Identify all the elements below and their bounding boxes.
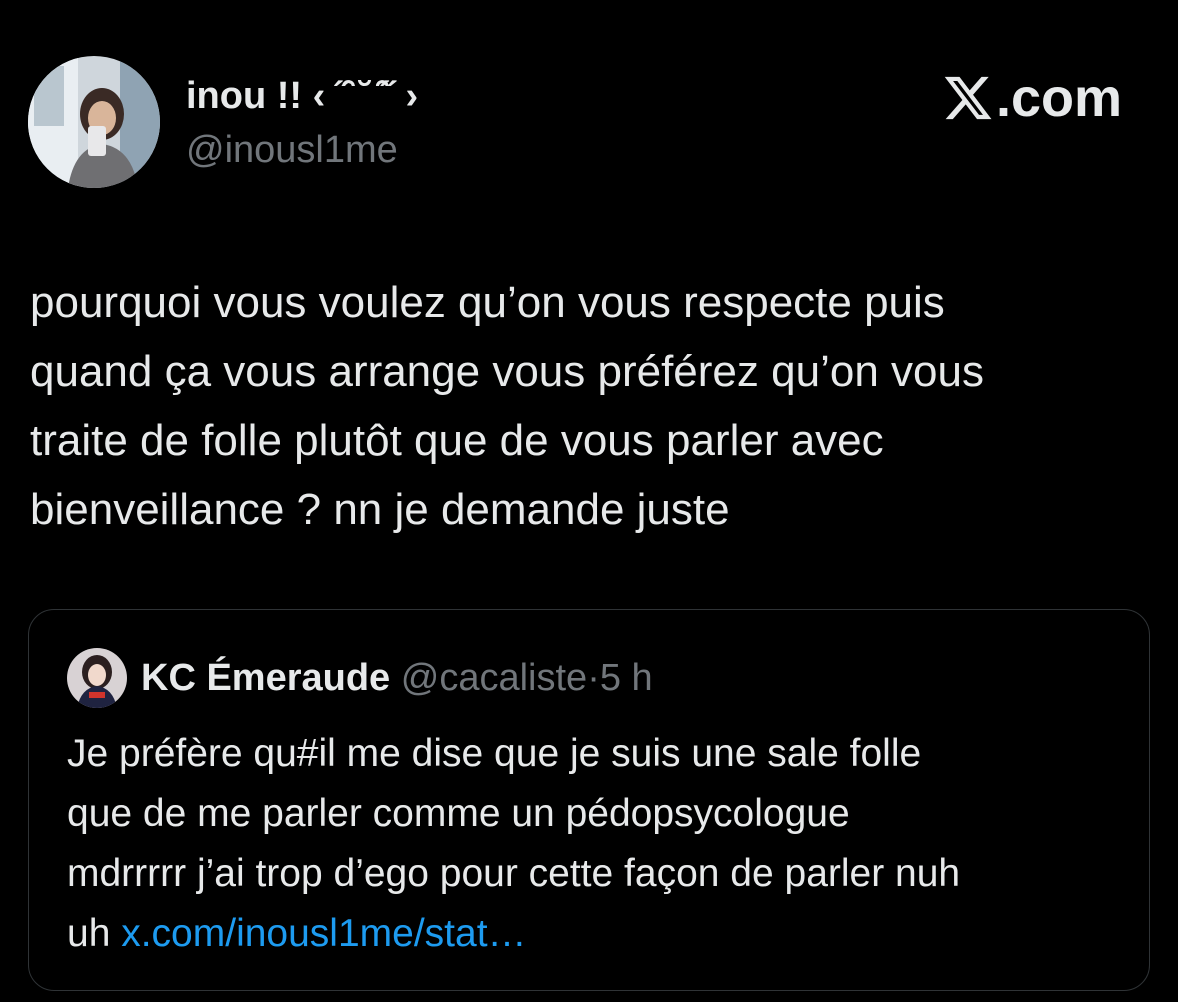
author-avatar-image bbox=[28, 56, 160, 188]
author-avatar[interactable] bbox=[28, 56, 160, 188]
quote-avatar-image bbox=[67, 648, 127, 708]
author-handle[interactable]: @inousl1me bbox=[186, 126, 398, 174]
quote-author-handle[interactable]: @cacaliste bbox=[401, 657, 587, 699]
quote-author-avatar[interactable] bbox=[67, 648, 127, 708]
tweet-card: inou !! ‹ ˝̑̑ ˘ ̑̑˝ › @inousl1me .com po… bbox=[0, 0, 1178, 1002]
x-logo-icon bbox=[944, 76, 992, 120]
tweet-text-line: traite de folle plutôt que de vous parle… bbox=[30, 416, 884, 465]
brand-domain-text: .com bbox=[995, 68, 1122, 128]
quote-text-last-line: uh x.com/inousl1me/stat… bbox=[67, 904, 1137, 964]
quoted-tweet[interactable]: KC Émeraude @cacaliste·5 h Je préfère qu… bbox=[28, 609, 1150, 991]
author-display-name[interactable]: inou !! ‹ ˝̑̑ ˘ ̑̑˝ › bbox=[186, 72, 418, 120]
quote-timestamp[interactable]: 5 h bbox=[600, 657, 653, 699]
tweet-text-line: bienveillance ? nn je demande juste bbox=[30, 485, 730, 534]
quote-text-line: que de me parler comme un pédopsycologue bbox=[67, 792, 850, 835]
quote-link[interactable]: x.com/inousl1me/stat… bbox=[121, 912, 526, 955]
quote-text-line: Je préfère qu#il me dise que je suis une… bbox=[67, 732, 922, 775]
quote-text-line: mdrrrrr j’ai trop d’ego pour cette façon… bbox=[67, 852, 961, 895]
quote-separator: · bbox=[587, 657, 600, 699]
quote-body: Je préfère qu#il me dise que je suis une… bbox=[67, 724, 1137, 964]
quote-author-name[interactable]: KC Émeraude bbox=[141, 657, 390, 699]
tweet-text-line: quand ça vous arrange vous préférez qu’o… bbox=[30, 347, 984, 396]
brand-watermark: .com bbox=[942, 66, 1122, 130]
quote-header: KC Émeraude @cacaliste·5 h bbox=[141, 654, 653, 702]
tweet-text-line: pourquoi vous voulez qu’on vous respecte… bbox=[30, 278, 945, 327]
quote-text-line-prefix: uh bbox=[67, 912, 122, 955]
tweet-body: pourquoi vous voulez qu’on vous respecte… bbox=[30, 268, 1140, 544]
